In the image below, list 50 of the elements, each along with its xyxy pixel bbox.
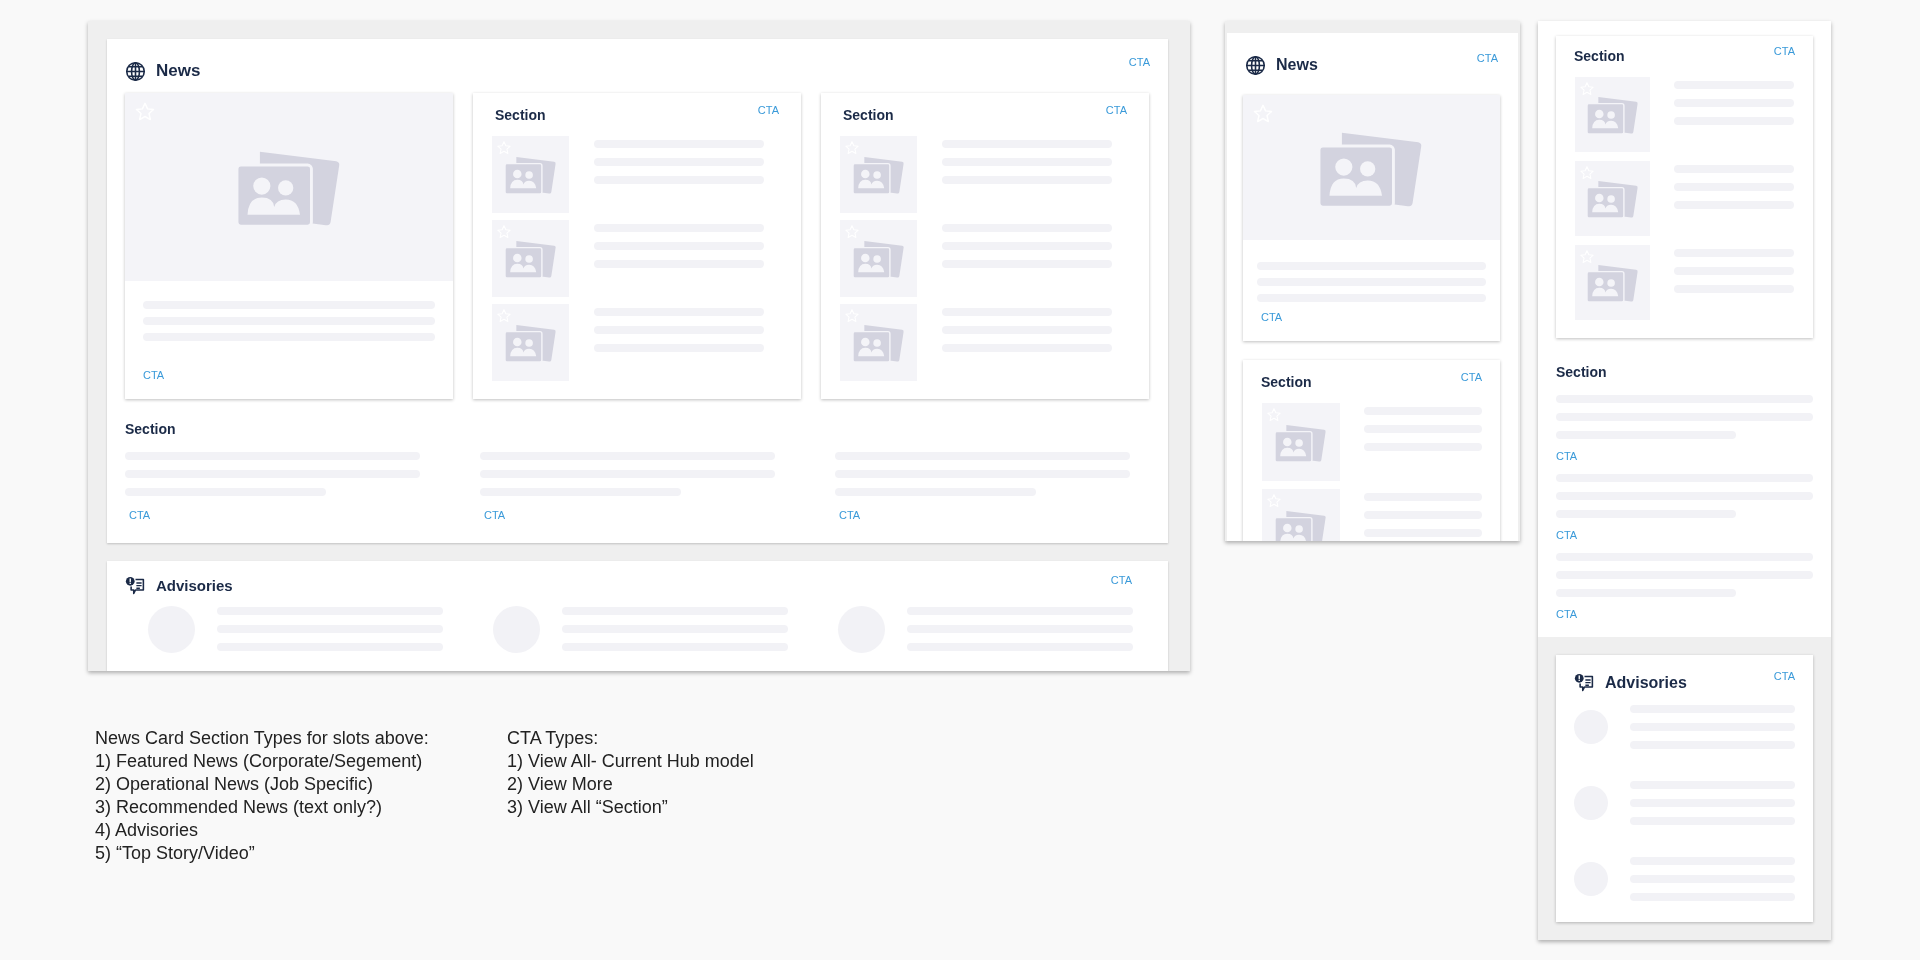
card-title: Section xyxy=(1574,47,1625,66)
photos-icon xyxy=(1586,263,1639,302)
cta-link[interactable]: CTA xyxy=(1476,53,1498,64)
photos-icon xyxy=(852,239,905,278)
photos-icon xyxy=(852,155,905,194)
card-title: Advisories xyxy=(1605,673,1687,693)
photos-icon xyxy=(1275,422,1327,462)
photos-icon xyxy=(852,323,905,362)
note-item: 2) View More xyxy=(507,773,614,796)
note-item: 5) “Top Story/Video” xyxy=(95,842,256,865)
cta-link[interactable]: CTA xyxy=(1261,312,1283,323)
cta-link[interactable]: CTA xyxy=(1556,609,1578,620)
note-item: 2) Operational News (Job Specific) xyxy=(95,773,375,796)
photos-icon xyxy=(504,323,557,362)
cta-link[interactable]: CTA xyxy=(1556,451,1578,462)
card-title: Section xyxy=(1261,373,1312,392)
cta-link[interactable]: CTA xyxy=(484,510,506,521)
note-item: 3) Recommended News (text only?) xyxy=(95,796,384,819)
globe-icon xyxy=(125,60,146,82)
card-title: Section xyxy=(843,106,894,125)
note-item: 1) Featured News (Corporate/Segement) xyxy=(95,750,424,773)
cta-link[interactable]: CTA xyxy=(1556,530,1578,541)
section-title: Section xyxy=(1556,363,1608,382)
photos-icon xyxy=(1586,95,1639,134)
note-heading: CTA Types: xyxy=(507,727,600,750)
cta-link[interactable]: CTA xyxy=(129,510,151,521)
cta-link[interactable]: CTA xyxy=(839,510,861,521)
cta-link[interactable]: CTA xyxy=(143,370,165,381)
cta-link[interactable]: CTA xyxy=(1460,372,1482,383)
card-title: Section xyxy=(495,106,546,125)
cta-link[interactable]: CTA xyxy=(1128,57,1150,68)
note-item: 3) View All “Section” xyxy=(507,796,669,819)
card-title: Advisories xyxy=(156,576,233,596)
photos-icon xyxy=(504,239,557,278)
advisory-icon xyxy=(125,575,146,597)
cta-link[interactable]: CTA xyxy=(1773,46,1795,57)
cta-link[interactable]: CTA xyxy=(1105,105,1127,116)
note-item: 4) Advisories xyxy=(95,819,200,842)
section-title: Section xyxy=(125,420,177,439)
note-heading: News Card Section Types for slots above: xyxy=(95,727,430,750)
advisory-icon xyxy=(1574,672,1595,694)
cta-link[interactable]: CTA xyxy=(1773,671,1795,682)
globe-icon xyxy=(1245,54,1266,76)
photos-icon xyxy=(504,155,557,194)
card-title: News xyxy=(156,60,201,83)
cta-link[interactable]: CTA xyxy=(1110,575,1132,586)
card-title: News xyxy=(1276,55,1318,75)
cta-link[interactable]: CTA xyxy=(757,105,779,116)
note-item: 1) View All- Current Hub model xyxy=(507,750,755,773)
photos-icon xyxy=(1586,179,1639,218)
